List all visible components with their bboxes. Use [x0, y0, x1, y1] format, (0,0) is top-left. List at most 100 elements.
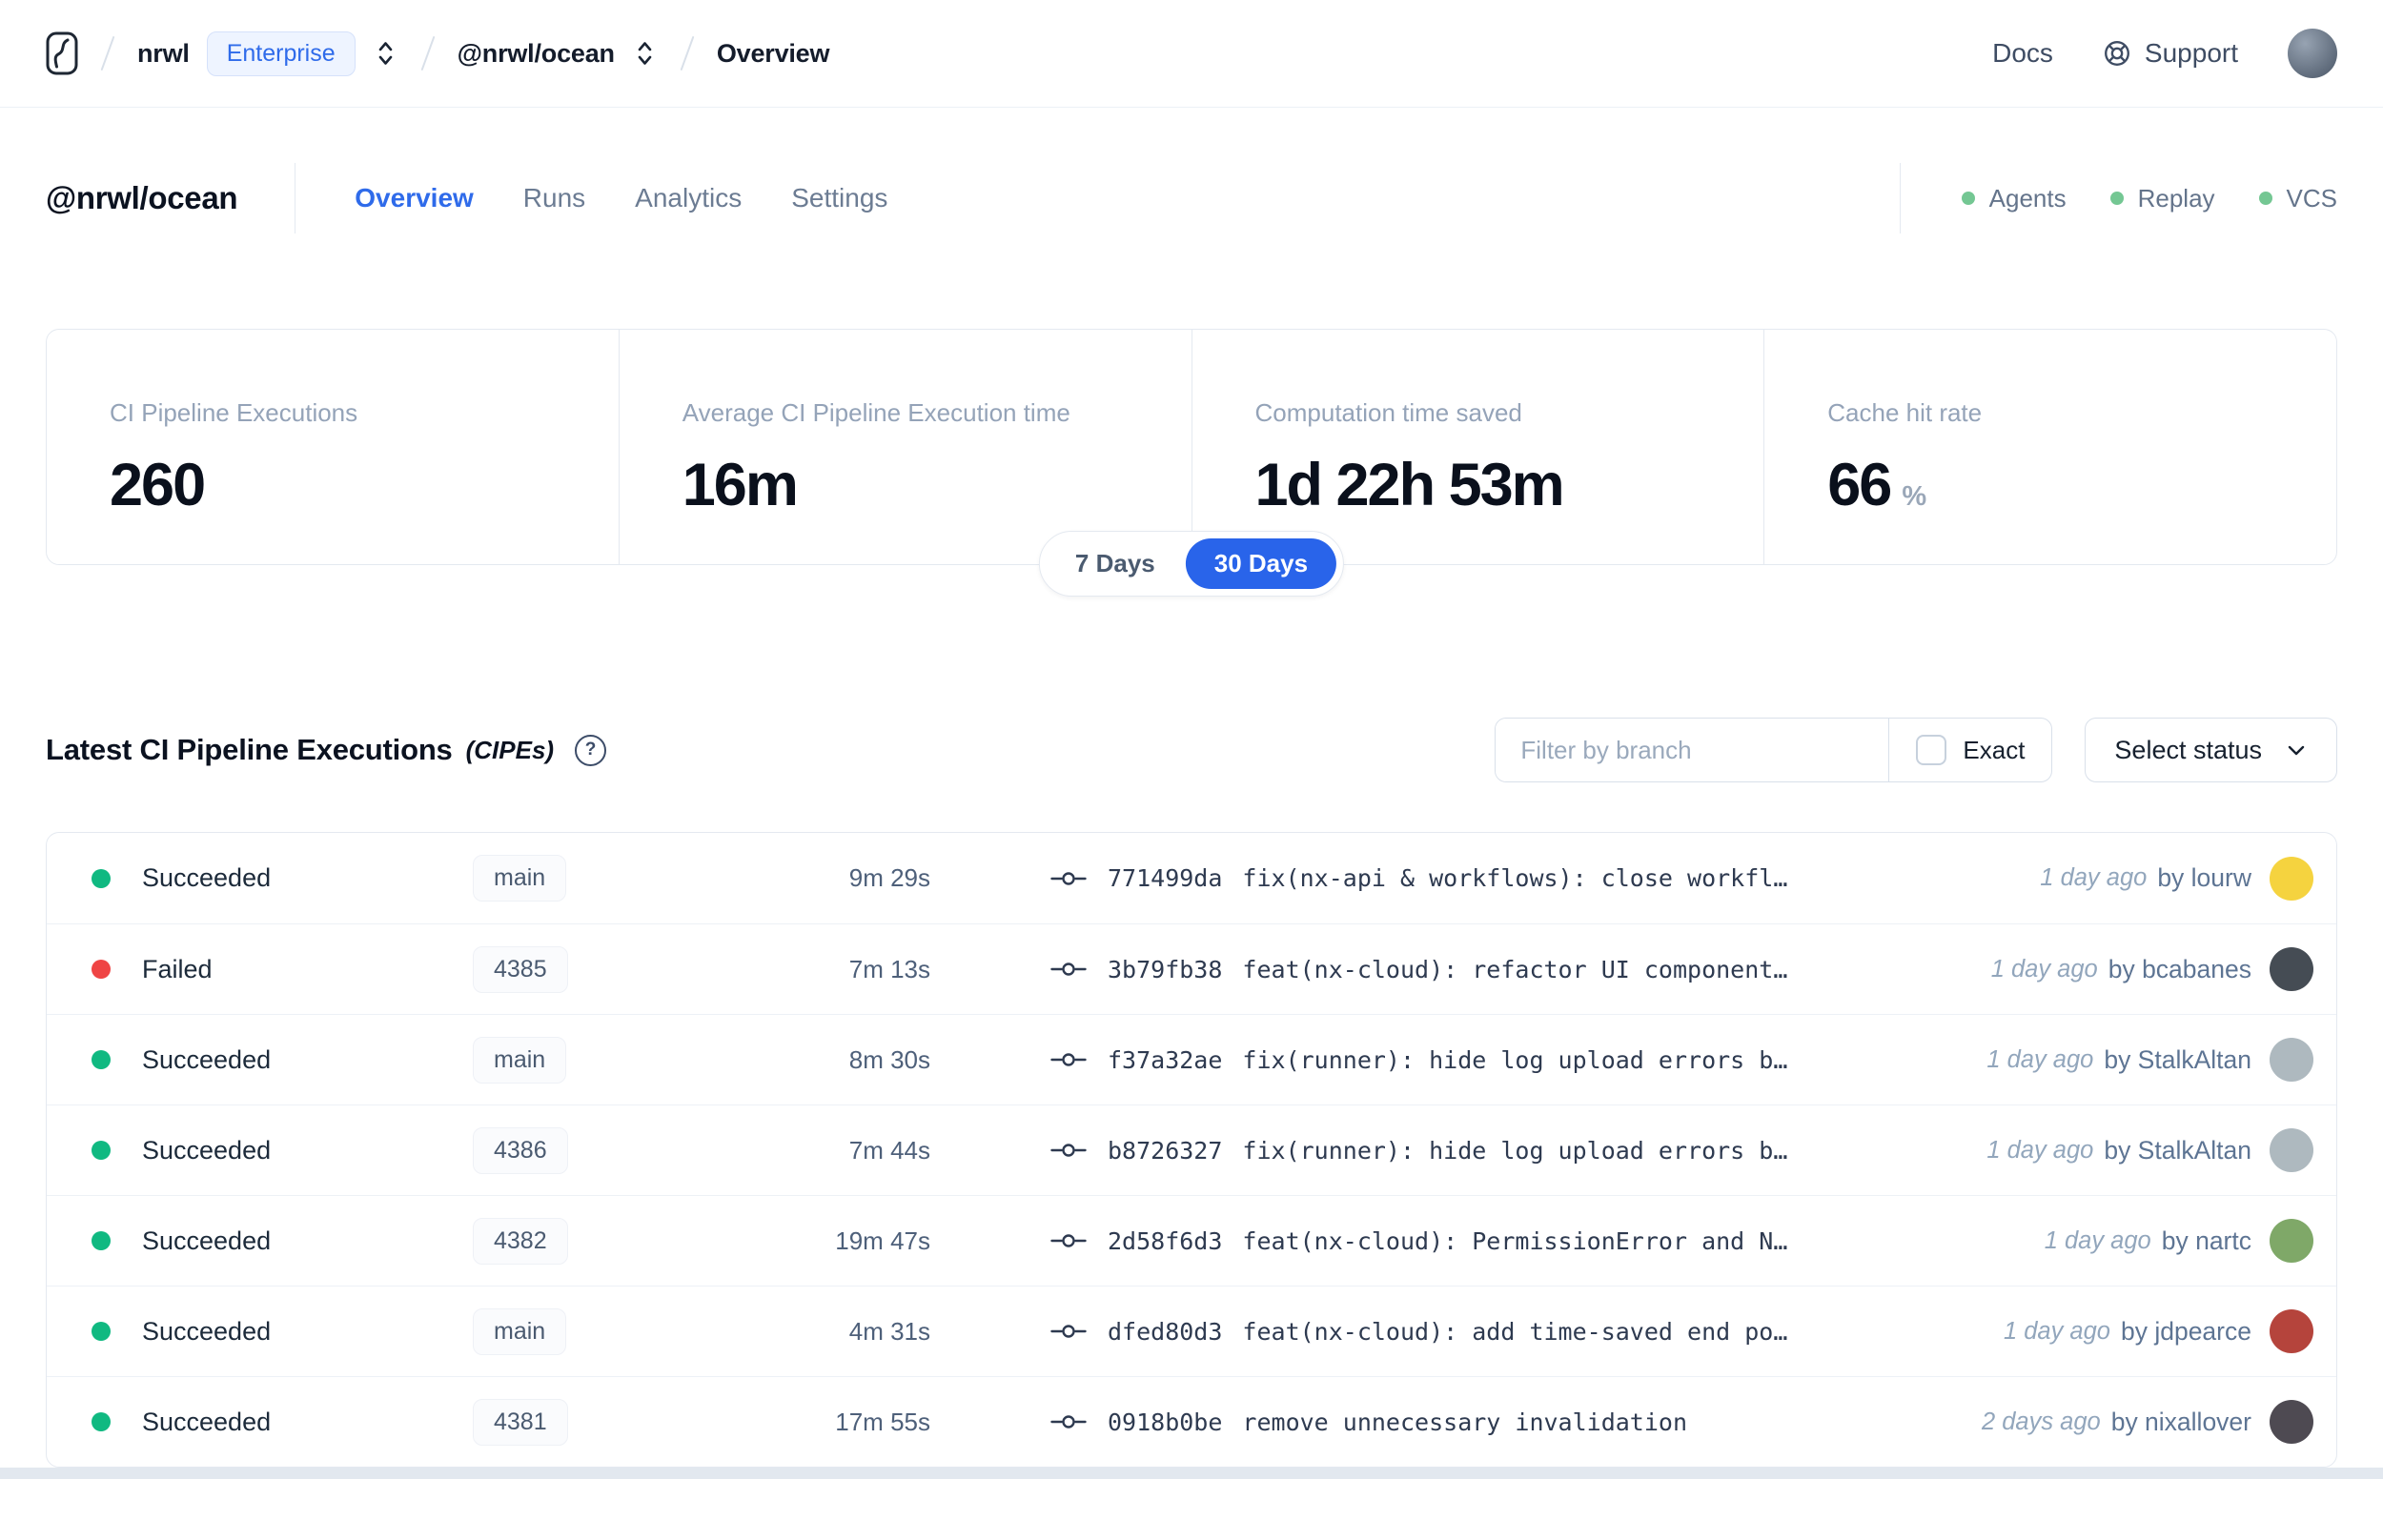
- author: by nixallover: [2110, 1407, 2251, 1436]
- commit-hash: 0918b0be: [1108, 1408, 1223, 1436]
- stat-suffix: %: [1902, 481, 1927, 512]
- author-avatar: [2270, 856, 2313, 901]
- author: by StalkAltan: [2104, 1135, 2251, 1165]
- status-select-button[interactable]: Select status: [2085, 718, 2337, 782]
- branch-badge: main: [473, 1036, 567, 1084]
- tab[interactable]: Analytics: [635, 183, 742, 213]
- tab[interactable]: Runs: [523, 183, 585, 213]
- workspace-switcher-chevron-icon[interactable]: [632, 38, 658, 69]
- org-switcher-chevron-icon[interactable]: [373, 38, 398, 69]
- breadcrumb-separator: [680, 35, 695, 71]
- branch-badge: 4385: [473, 945, 568, 993]
- commit-message: feat(nx-cloud): PermissionError and N…: [1242, 1226, 1788, 1255]
- author: by bcabanes: [2108, 954, 2251, 983]
- table-row[interactable]: Succeeded main 8m 30s f37a32ae fix(runne…: [47, 1014, 2336, 1104]
- tab[interactable]: Overview: [355, 183, 474, 213]
- table-footer-strip: [0, 1468, 2383, 1479]
- commit-hash: 2d58f6d3: [1108, 1226, 1223, 1255]
- git-commit-icon: [1049, 1138, 1088, 1163]
- author-avatar: [2270, 1219, 2313, 1263]
- stat-value: 260: [110, 452, 206, 518]
- run-status-dot-icon: [92, 1141, 111, 1160]
- commit-message: feat(nx-cloud): add time-saved end po…: [1242, 1317, 1788, 1346]
- run-status-dot-icon: [92, 1231, 111, 1250]
- breadcrumb-workspace[interactable]: @nrwl/ocean: [458, 39, 615, 69]
- stats-summary-card: 7 Days 30 Days CI Pipeline Executions 26…: [46, 329, 2337, 597]
- stat-card: Computation time saved 1d 22h 53m: [1191, 330, 1764, 564]
- run-status-dot-icon: [92, 868, 111, 888]
- table-row[interactable]: Succeeded main 9m 29s 771499da fix(nx-ap…: [47, 833, 2336, 923]
- commit-message: feat(nx-cloud): refactor UI component…: [1242, 955, 1788, 983]
- stat-card: Average CI Pipeline Execution time 16m: [618, 330, 1192, 564]
- run-status-label: Succeeded: [142, 1316, 272, 1346]
- commit-hash: b8726327: [1108, 1136, 1223, 1165]
- run-duration: 8m 30s: [848, 1044, 930, 1074]
- table-row[interactable]: Succeeded 4386 7m 44s b8726327 fix(runne…: [47, 1104, 2336, 1195]
- stat-label: Average CI Pipeline Execution time: [682, 398, 1070, 427]
- tab[interactable]: Settings: [791, 183, 887, 213]
- docs-link[interactable]: Docs: [1992, 38, 2053, 69]
- stat-value: 66: [1827, 452, 1892, 518]
- date-range-option[interactable]: 7 Days: [1047, 538, 1184, 589]
- app-logo-icon[interactable]: [46, 31, 78, 75]
- date-range-toggle: 7 Days 30 Days: [1038, 531, 1345, 597]
- breadcrumb-separator: [420, 35, 436, 71]
- run-status-dot-icon: [92, 960, 111, 979]
- status-indicator[interactable]: Replay: [2109, 183, 2215, 213]
- commit-hash: dfed80d3: [1108, 1317, 1223, 1346]
- git-commit-icon: [1049, 1409, 1088, 1434]
- time-ago: 1 day ago: [1986, 1136, 2094, 1164]
- run-status-label: Failed: [142, 954, 213, 983]
- branch-badge: main: [473, 1307, 567, 1355]
- author: by jdpearce: [2120, 1316, 2251, 1346]
- branch-filter-group: Exact: [1495, 718, 2053, 782]
- table-row[interactable]: Succeeded 4381 17m 55s 0918b0be remove u…: [47, 1376, 2336, 1467]
- branch-filter-input[interactable]: [1496, 719, 1889, 781]
- time-ago: 2 days ago: [1981, 1408, 2101, 1435]
- exact-checkbox[interactable]: [1916, 735, 1947, 765]
- status-label: Agents: [1988, 183, 2067, 213]
- table-row[interactable]: Succeeded main 4m 31s dfed80d3 feat(nx-c…: [47, 1286, 2336, 1376]
- breadcrumb-org[interactable]: nrwl: [137, 39, 190, 69]
- status-label: Replay: [2137, 183, 2215, 213]
- run-status-label: Succeeded: [142, 1226, 272, 1255]
- run-duration: 9m 29s: [848, 863, 930, 892]
- chevron-down-icon: [2285, 739, 2308, 761]
- table-row[interactable]: Succeeded 4382 19m 47s 2d58f6d3 feat(nx-…: [47, 1195, 2336, 1286]
- commit-message: fix(runner): hide log upload errors b…: [1242, 1136, 1788, 1165]
- branch-badge: 4382: [473, 1217, 568, 1265]
- run-duration: 19m 47s: [835, 1226, 930, 1255]
- run-status-dot-icon: [92, 1412, 111, 1431]
- exact-checkbox-label: Exact: [1963, 735, 2026, 764]
- author-avatar: [2270, 1400, 2313, 1444]
- status-indicator[interactable]: VCS: [2258, 183, 2337, 213]
- support-link[interactable]: Support: [2103, 38, 2238, 69]
- top-navigation-bar: nrwl Enterprise @nrwl/ocean Overview Doc…: [0, 0, 2383, 108]
- run-duration: 7m 44s: [848, 1135, 930, 1165]
- help-icon[interactable]: ?: [575, 734, 607, 766]
- author-avatar: [2270, 1128, 2313, 1172]
- date-range-option[interactable]: 30 Days: [1185, 538, 1337, 589]
- time-ago: 1 day ago: [1990, 955, 2098, 983]
- time-ago: 1 day ago: [2003, 1317, 2110, 1345]
- workspace-header: @nrwl/ocean Overview Runs Analytics Sett…: [0, 163, 2383, 233]
- commit-message: remove unnecessary invalidation: [1242, 1408, 1688, 1436]
- git-commit-icon: [1049, 1319, 1088, 1344]
- page-title: @nrwl/ocean: [46, 180, 238, 215]
- commit-message: fix(runner): hide log upload errors b…: [1242, 1045, 1788, 1074]
- breadcrumb-page: Overview: [716, 38, 830, 68]
- user-avatar[interactable]: [2288, 29, 2337, 78]
- run-status-label: Succeeded: [142, 1044, 272, 1074]
- section-title: Latest CI Pipeline Executions: [46, 733, 453, 766]
- author: by StalkAltan: [2104, 1044, 2251, 1074]
- table-row[interactable]: Failed 4385 7m 13s 3b79fb38 feat(nx-clou…: [47, 923, 2336, 1014]
- author: by nartc: [2161, 1226, 2251, 1255]
- stat-value: 1d 22h 53m: [1254, 452, 1565, 518]
- cipes-table: Succeeded main 9m 29s 771499da fix(nx-ap…: [46, 832, 2337, 1468]
- status-dot-icon: [1961, 192, 1975, 205]
- stat-card: CI Pipeline Executions 260: [47, 330, 619, 564]
- run-status-label: Succeeded: [142, 863, 272, 892]
- status-indicator[interactable]: Agents: [1961, 183, 2067, 213]
- run-duration: 4m 31s: [848, 1316, 930, 1346]
- status-label: VCS: [2286, 183, 2337, 213]
